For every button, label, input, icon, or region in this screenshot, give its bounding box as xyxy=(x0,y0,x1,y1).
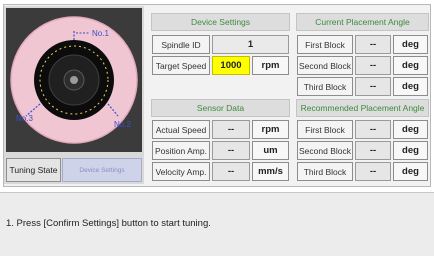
grinding-wheel-image: No.1 No.2 No.3 xyxy=(6,8,142,152)
recommended-first-block-unit: deg xyxy=(393,120,428,139)
recommended-second-block-unit: deg xyxy=(393,141,428,160)
spindle-center xyxy=(70,76,78,84)
velocity-amp-label: Velocity Amp. xyxy=(152,162,210,181)
current-second-block-value: -- xyxy=(355,56,391,75)
recommended-placement-header: Recommended Placement Angle xyxy=(296,99,429,117)
wheel-panel: No.1 No.2 No.3 Tuning State Device Setti… xyxy=(4,6,144,184)
spindle-id-label: Spindle ID xyxy=(152,35,210,54)
recommended-third-block-label: Third Block xyxy=(297,162,353,181)
velocity-amp-value: -- xyxy=(212,162,250,181)
current-third-block-label: Third Block xyxy=(297,77,353,96)
current-second-block-label: Second Block xyxy=(297,56,353,75)
block-label-2: No.2 xyxy=(114,120,131,129)
actual-speed-unit: rpm xyxy=(252,120,289,139)
current-first-block-label: First Block xyxy=(297,35,353,54)
target-speed-input[interactable]: 1000 xyxy=(212,56,250,75)
recommended-second-block-value: -- xyxy=(355,141,391,160)
current-third-block-unit: deg xyxy=(393,77,428,96)
spindle-id-value[interactable]: 1 xyxy=(212,35,289,54)
target-speed-label: Target Speed xyxy=(152,56,210,75)
current-first-block-unit: deg xyxy=(393,35,428,54)
block-label-1: No.1 xyxy=(92,29,109,38)
tuning-state-value: Device Settings xyxy=(62,158,142,182)
actual-speed-label: Actual Speed xyxy=(152,120,210,139)
tuning-state-label: Tuning State xyxy=(6,158,61,182)
instruction-message: 1. Press [Confirm Settings] button to st… xyxy=(6,218,211,229)
grinding-wheel-graphic: No.1 No.2 No.3 xyxy=(10,16,138,144)
velocity-amp-unit: mm/s xyxy=(252,162,289,181)
current-first-block-value: -- xyxy=(355,35,391,54)
actual-speed-value: -- xyxy=(212,120,250,139)
tuning-state-row: Tuning State Device Settings xyxy=(6,158,142,182)
block-label-3: No.3 xyxy=(16,114,33,123)
current-second-block-unit: deg xyxy=(393,56,428,75)
sensor-data-header: Sensor Data xyxy=(151,99,290,117)
current-third-block-value: -- xyxy=(355,77,391,96)
target-speed-unit: rpm xyxy=(252,56,289,75)
position-amp-unit: um xyxy=(252,141,289,160)
position-amp-value: -- xyxy=(212,141,250,160)
current-placement-header: Current Placement Angle xyxy=(296,13,429,31)
recommended-third-block-value: -- xyxy=(355,162,391,181)
message-area: 1. Press [Confirm Settings] button to st… xyxy=(0,192,434,256)
recommended-second-block-label: Second Block xyxy=(297,141,353,160)
recommended-first-block-label: First Block xyxy=(297,120,353,139)
device-settings-header: Device Settings xyxy=(151,13,290,31)
recommended-third-block-unit: deg xyxy=(393,162,428,181)
position-amp-label: Position Amp. xyxy=(152,141,210,160)
recommended-first-block-value: -- xyxy=(355,120,391,139)
